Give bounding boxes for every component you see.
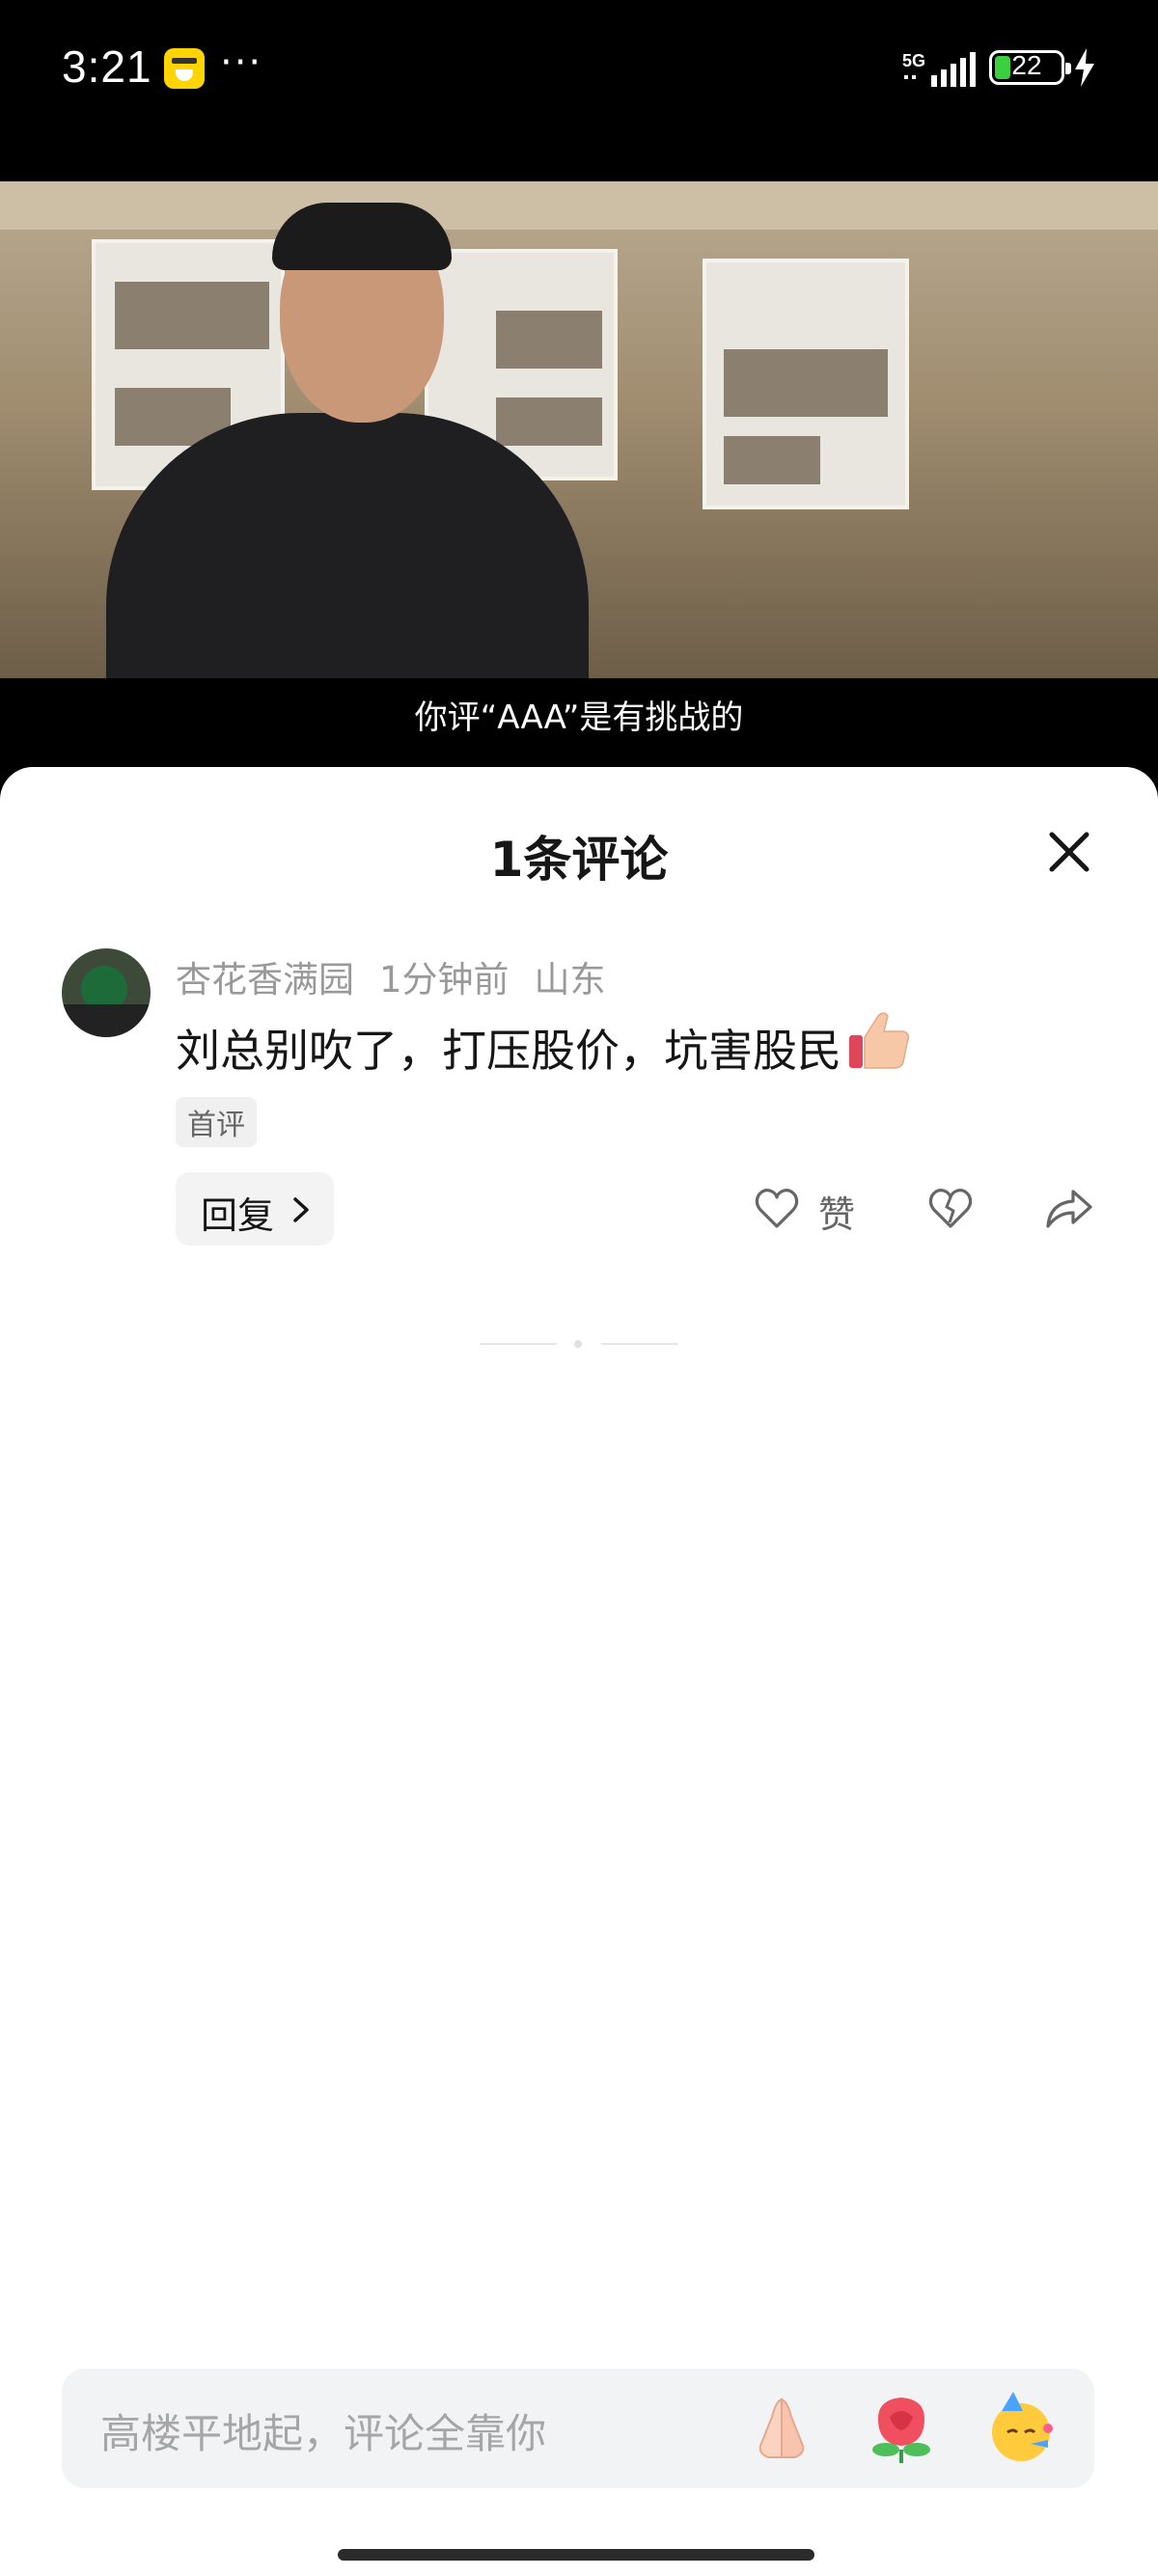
- heart-icon[interactable]: [753, 1184, 801, 1232]
- chevron-right-icon: [293, 1197, 309, 1222]
- thumbs-up-icon: [849, 1012, 910, 1069]
- background-poster: [703, 259, 909, 509]
- status-bar: 3:21 ··· 5G 22: [0, 0, 1158, 145]
- comment-input-placeholder: 高楼平地起，评论全靠你: [100, 2410, 547, 2457]
- share-icon[interactable]: [1044, 1184, 1094, 1232]
- network-type-label: 5G: [902, 51, 925, 70]
- rose-icon[interactable]: [863, 2390, 940, 2467]
- home-indicator[interactable]: [338, 2549, 814, 2561]
- status-time: 3:21: [62, 41, 152, 92]
- more-notifications-icon: ···: [220, 41, 263, 85]
- comment-body[interactable]: 刘总别吹了，打压股价，坑害股民: [176, 1006, 913, 1080]
- comment-username[interactable]: 杏花香满园: [176, 959, 354, 1000]
- signal-5g-icon: 5G: [902, 51, 976, 87]
- reply-label: 回复: [201, 1194, 275, 1237]
- video-player[interactable]: [0, 181, 1158, 678]
- comment-meta: 杏花香满园 1分钟前 山东: [176, 950, 631, 1002]
- close-icon[interactable]: [1042, 825, 1096, 879]
- comments-sheet: 1条评论 杏花香满园 1分钟前 山东 刘总别吹了，打压股价，坑害股民 首评 回复 赞: [0, 767, 1158, 2576]
- avatar[interactable]: [62, 948, 151, 1037]
- party-face-icon[interactable]: [984, 2390, 1062, 2467]
- comment-text: 刘总别吹了，打压股价，坑害股民: [176, 1025, 841, 1077]
- app-notification-icon: [164, 48, 205, 89]
- loading-indicator: [480, 1343, 557, 1345]
- comments-count-title: 1条评论: [489, 832, 669, 888]
- battery-level: 22: [1011, 50, 1042, 80]
- folded-hands-icon[interactable]: [743, 2390, 820, 2467]
- reply-button[interactable]: 回复: [176, 1172, 334, 1246]
- comment-input[interactable]: 高楼平地起，评论全靠你: [62, 2369, 1094, 2488]
- first-comment-badge: 首评: [176, 1097, 257, 1147]
- video-subtitle: 你评“AAA”是有挑战的: [414, 699, 744, 737]
- comment-time: 1分钟前: [379, 959, 510, 1000]
- like-label[interactable]: 赞: [818, 1185, 855, 1238]
- battery-icon: 22: [989, 50, 1071, 85]
- charging-bolt-icon: [1075, 48, 1094, 87]
- comment-location: 山东: [534, 959, 606, 1000]
- broken-heart-icon[interactable]: [926, 1184, 975, 1232]
